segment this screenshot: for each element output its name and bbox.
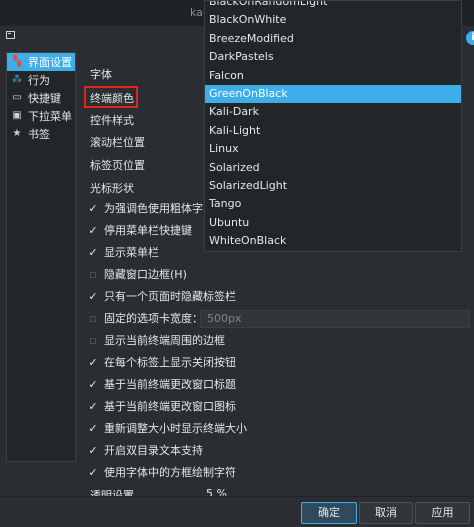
checkbox-hide-single-tabbar[interactable]: ✓ 只有一个页面时隐藏标签栏	[88, 287, 236, 305]
checkmark-icon: ✓	[88, 355, 98, 369]
apply-button[interactable]: 应用	[415, 502, 470, 524]
checkbox-hide-window-border[interactable]: ▫ 隐藏窗口边框(H)	[88, 265, 187, 283]
dropdown-option[interactable]: SolarizedLight	[205, 177, 461, 195]
dropdown-option[interactable]: Linux	[205, 140, 461, 158]
checkbox-label: 显示当前终端周围的边框	[104, 334, 225, 347]
checkbox-disable-menubar-shortcuts[interactable]: ✓ 停用菜单栏快捷键	[88, 221, 192, 239]
checkbox-label: 开启双目录文本支持	[104, 444, 203, 457]
info-icon[interactable]: i	[466, 31, 474, 45]
checkbox-show-menubar[interactable]: ✓ 显示菜单栏	[88, 243, 159, 261]
ok-button[interactable]: 确定	[301, 502, 357, 524]
dropdown-option[interactable]: Solarized	[205, 159, 461, 177]
dropdown-option[interactable]: DarkPastels	[205, 48, 461, 66]
bookmark-icon: ★	[12, 128, 22, 139]
dropdown-option[interactable]: Falcon	[205, 67, 461, 85]
checkbox-label: 在每个标签上显示关闭按钮	[104, 356, 236, 369]
unchecked-box-icon: ▫	[89, 333, 97, 347]
checkmark-icon: ✓	[88, 377, 98, 391]
checkbox-label: 基于当前终端更改窗口标题	[104, 378, 236, 391]
appearance-icon: ▚	[13, 56, 21, 67]
sidebar-item-label: 界面设置	[28, 56, 72, 69]
font-label: 字体	[90, 68, 112, 81]
color-scheme-dropdown-list[interactable]: BlackOnRandomLight BlackOnWhite BreezeMo…	[204, 0, 462, 252]
terminal-window-icon	[6, 31, 15, 39]
cursor-shape-label: 光标形状	[90, 182, 134, 195]
sidebar-item-appearance[interactable]: ▚ 界面设置	[7, 53, 75, 71]
sidebar-item-bookmarks[interactable]: ★ 书签	[7, 125, 75, 143]
checkbox-label: 停用菜单栏快捷键	[104, 224, 192, 237]
dropdown-option[interactable]: Ubuntu	[205, 214, 461, 232]
checkmark-icon: ✓	[88, 223, 98, 237]
sidebar-item-behavior[interactable]: ⁂ 行为	[7, 71, 75, 89]
unchecked-box-icon: ▫	[89, 267, 97, 281]
keyboard-icon: ▭	[12, 92, 22, 103]
dropdown-option[interactable]: BlackOnRandomLight	[205, 1, 461, 11]
checkmark-icon: ✓	[88, 289, 98, 303]
checkbox-window-title-from-terminal[interactable]: ✓ 基于当前终端更改窗口标题	[88, 375, 236, 393]
sidebar-item-label: 行为	[28, 74, 50, 87]
checkbox-label: 固定的选项卡宽度：	[104, 312, 203, 325]
checkbox-label: 为强调色使用粗体字	[104, 202, 203, 215]
checkbox-bold-intense[interactable]: ✓ 为强调色使用粗体字	[88, 199, 203, 217]
checkbox-label: 显示菜单栏	[104, 246, 159, 259]
settings-sidebar: ▚ 界面设置 ⁂ 行为 ▭ 快捷键 ▣ 下拉菜单 ★ 书签	[6, 52, 76, 462]
fixed-tab-width-spinbox[interactable]: 500px	[200, 310, 470, 328]
behavior-icon: ⁂	[12, 74, 22, 85]
checkbox-window-icon-from-terminal[interactable]: ✓ 基于当前终端更改窗口图标	[88, 397, 236, 415]
checkbox-show-size-on-resize[interactable]: ✓ 重新调整大小时显示终端大小	[88, 419, 247, 437]
checkbox-close-button-on-tabs[interactable]: ✓ 在每个标签上显示关闭按钮	[88, 353, 236, 371]
dropdown-option[interactable]: Kali-Dark	[205, 103, 461, 121]
controls-style-label: 控件样式	[90, 114, 134, 127]
checkbox-label: 只有一个页面时隐藏标签栏	[104, 290, 236, 303]
terminal-icon: ▣	[12, 110, 22, 121]
checkbox-label: 隐藏窗口边框(H)	[104, 268, 187, 281]
dropdown-option[interactable]: WhiteOnBlack	[205, 232, 461, 250]
checkbox-label: 重新调整大小时显示终端大小	[104, 422, 247, 435]
dropdown-option[interactable]: BlackOnWhite	[205, 11, 461, 29]
sidebar-item-dropdown[interactable]: ▣ 下拉菜单	[7, 107, 75, 125]
scrollbar-position-label: 滚动栏位置	[90, 136, 145, 149]
checkmark-icon: ✓	[88, 399, 98, 413]
dropdown-option[interactable]: Kali-Light	[205, 122, 461, 140]
checkbox-label: 基于当前终端更改窗口图标	[104, 400, 236, 413]
checkmark-icon: ✓	[88, 443, 98, 457]
sidebar-item-label: 书签	[28, 128, 50, 141]
checkmark-icon: ✓	[88, 201, 98, 215]
sidebar-item-shortcuts[interactable]: ▭ 快捷键	[7, 89, 75, 107]
checkbox-label: 使用字体中的方框绘制字符	[104, 466, 236, 479]
unchecked-box-icon: ▫	[89, 311, 97, 325]
cancel-button[interactable]: 取消	[359, 502, 413, 524]
checkmark-icon: ✓	[88, 245, 98, 259]
highlight-box	[84, 86, 138, 108]
checkmark-icon: ✓	[88, 465, 98, 479]
checkbox-bidi-support[interactable]: ✓ 开启双目录文本支持	[88, 441, 203, 459]
checkbox-box-drawing-chars[interactable]: ✓ 使用字体中的方框绘制字符	[88, 463, 236, 481]
checkbox-fixed-tab-width[interactable]: ▫ 固定的选项卡宽度：	[88, 309, 203, 327]
checkmark-icon: ✓	[88, 421, 98, 435]
checkbox-terminal-border[interactable]: ▫ 显示当前终端周围的边框	[88, 331, 225, 349]
sidebar-item-label: 下拉菜单	[28, 110, 72, 123]
dropdown-option[interactable]: Tango	[205, 195, 461, 213]
dropdown-option[interactable]: BreezeModified	[205, 30, 461, 48]
sidebar-item-label: 快捷键	[28, 92, 61, 105]
tab-position-label: 标签页位置	[90, 159, 145, 172]
dropdown-option-selected[interactable]: GreenOnBlack	[205, 84, 461, 104]
